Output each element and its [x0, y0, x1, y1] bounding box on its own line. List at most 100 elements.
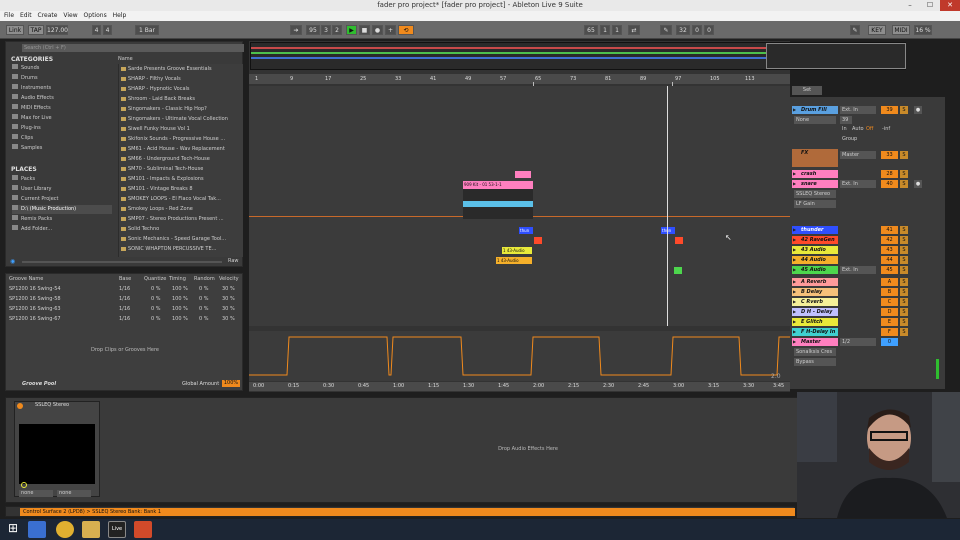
list-item[interactable]: SM70 - Subliminal Tech-House	[119, 164, 243, 174]
groove-quantize[interactable]: 0 %	[151, 304, 161, 314]
list-item[interactable]: Solid Techno	[119, 224, 243, 234]
in-toggle[interactable]: In	[842, 126, 847, 132]
solo-button[interactable]: S	[900, 266, 908, 274]
groove-velocity[interactable]: 30 %	[222, 304, 235, 314]
track-header[interactable]: 42 RaveGen 42 S	[790, 235, 945, 245]
groove-random[interactable]: 0 %	[199, 304, 209, 314]
groove-base[interactable]: 1/16	[119, 314, 130, 324]
play-icon[interactable]: ▶	[346, 25, 357, 35]
track-header[interactable]: snare Ext. In 40 S ●	[790, 179, 945, 189]
device-select-1[interactable]: none	[19, 490, 53, 497]
track-name[interactable]: B Delay	[792, 288, 838, 296]
browser-search-input[interactable]: Search (Ctrl + F)	[22, 44, 244, 52]
preview-waveform[interactable]	[22, 261, 222, 263]
track-activator[interactable]: D	[881, 308, 898, 316]
thunder-clip[interactable]: thun	[661, 227, 675, 234]
sig-numerator[interactable]: 4	[92, 25, 101, 35]
solo-button[interactable]: S	[900, 151, 908, 159]
quantize-menu[interactable]: 1 Bar	[135, 25, 159, 35]
loop-start-beat[interactable]: 1	[600, 25, 610, 35]
place-current-project[interactable]: Current Project	[12, 195, 112, 204]
list-item[interactable]: Singomakers - Classic Hip Hop?	[119, 104, 243, 114]
groove-velocity[interactable]: 30 %	[222, 314, 235, 324]
bypass-chooser[interactable]: Bypass	[794, 358, 836, 366]
track-name[interactable]: D H - Delay	[792, 308, 838, 316]
automation-arm-icon[interactable]: ⟲	[398, 25, 414, 35]
return-track[interactable]: C Rverb C S	[790, 297, 945, 307]
track-activator[interactable]: 42	[881, 236, 898, 244]
category-samples[interactable]: Samples	[12, 144, 112, 153]
ssleq-chooser[interactable]: SSLEQ Stereo	[794, 190, 836, 198]
pos-beat[interactable]: 3	[321, 25, 331, 35]
track-header[interactable]: 45 Audio Ext. In 45 S	[790, 265, 945, 275]
knob-icon[interactable]	[21, 482, 27, 488]
global-amount-value[interactable]: 100%	[222, 380, 240, 387]
list-item[interactable]: Sarde Presents Groove Essentials	[119, 64, 243, 74]
solo-button[interactable]: S	[900, 170, 908, 178]
track-activator[interactable]: 45	[881, 266, 898, 274]
explorer-icon[interactable]	[28, 521, 46, 538]
loop-len-bar[interactable]: 32	[676, 25, 690, 35]
solo-button[interactable]: S	[900, 106, 908, 114]
solo-button[interactable]: S	[900, 236, 908, 244]
arm-button[interactable]: ●	[914, 180, 922, 188]
solo-button[interactable]: S	[900, 308, 908, 316]
draw-mode-icon[interactable]: ✎	[660, 25, 672, 35]
menu-help[interactable]: Help	[113, 11, 127, 21]
app-icon[interactable]	[134, 521, 152, 538]
return-track[interactable]: A Reverb A S	[790, 277, 945, 287]
menu-options[interactable]: Options	[84, 11, 107, 21]
chrome-icon[interactable]	[56, 521, 74, 538]
preview-icon[interactable]: ◉	[10, 258, 20, 266]
list-item[interactable]: SM101 - Impacts & Explosions	[119, 174, 243, 184]
category-clips[interactable]: Clips	[12, 134, 112, 143]
device-select-2[interactable]: none	[57, 490, 91, 497]
track-activator[interactable]: B	[881, 288, 898, 296]
windows-start-icon[interactable]: ⊞	[4, 521, 22, 538]
audio44-clip[interactable]: 1 43-Audio	[496, 257, 532, 264]
track-name[interactable]: 44 Audio	[792, 256, 838, 264]
groove-random[interactable]: 0 %	[199, 314, 209, 324]
overdub-icon[interactable]: +	[385, 25, 396, 35]
place-user-library[interactable]: User Library	[12, 185, 112, 194]
solo-button[interactable]: S	[900, 318, 908, 326]
groove-base[interactable]: 1/16	[119, 284, 130, 294]
groove-quantize[interactable]: 0 %	[151, 284, 161, 294]
raw-toggle[interactable]: Raw	[228, 258, 239, 264]
return-track[interactable]: E Glitch E S	[790, 317, 945, 327]
menu-file[interactable]: File	[4, 11, 14, 21]
solo-button[interactable]: S	[900, 246, 908, 254]
track-activator[interactable]: 44	[881, 256, 898, 264]
device-display[interactable]	[19, 424, 95, 484]
place-remix-packs[interactable]: Remix Packs	[12, 215, 112, 224]
track-name[interactable]: 43 Audio	[792, 246, 838, 254]
solo-button[interactable]: S	[900, 328, 908, 336]
track-header[interactable]: 43 Audio 43 S	[790, 245, 945, 255]
output-route[interactable]: Master	[840, 151, 876, 159]
track-name[interactable]: Drum Fill	[792, 106, 838, 114]
list-item[interactable]: Smokey Loops - Red Zone	[119, 204, 243, 214]
groove-timing[interactable]: 100 %	[172, 304, 188, 314]
track-name[interactable]: crash	[792, 170, 838, 178]
ssleq-device[interactable]: SSLEQ Stereo none none	[14, 401, 100, 497]
track-name[interactable]: snare	[792, 180, 838, 188]
input-route[interactable]: Ext. In	[840, 106, 876, 114]
tap-tempo-button[interactable]: TAP	[28, 25, 44, 35]
track-activator[interactable]: 40	[881, 180, 898, 188]
close-button[interactable]: ✕	[940, 0, 960, 11]
table-row[interactable]: SP1200 16 Swing-54 1/16 0 % 100 % 0 % 30…	[6, 284, 244, 294]
groove-velocity[interactable]: 30 %	[222, 294, 235, 304]
track-activator[interactable]: 0	[881, 338, 898, 346]
track-header[interactable]: Drum Fill Ext. In 39 S ●	[790, 105, 945, 115]
track-name[interactable]: Master	[792, 338, 838, 346]
place-music-production[interactable]: D:\ (Music Production)	[12, 205, 112, 214]
sig-denominator[interactable]: 4	[103, 25, 112, 35]
minimize-button[interactable]: –	[900, 0, 920, 11]
loop-len-six[interactable]: 0	[704, 25, 714, 35]
track-activator[interactable]: 41	[881, 226, 898, 234]
track-name[interactable]: C Rverb	[792, 298, 838, 306]
follow-icon[interactable]: ➔	[290, 25, 302, 35]
maximize-button[interactable]: ☐	[920, 0, 940, 11]
list-item[interactable]: SM101 - Vintage Breaks 8	[119, 184, 243, 194]
track-activator[interactable]: 39	[881, 106, 898, 114]
